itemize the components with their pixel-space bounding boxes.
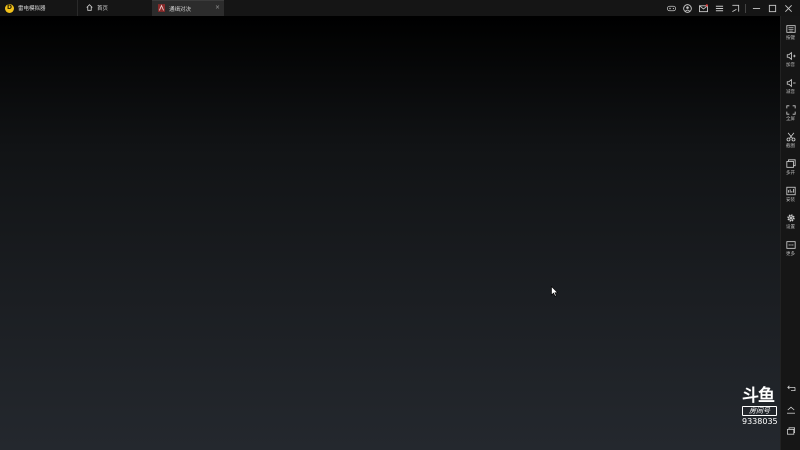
mouse-cursor-icon	[551, 286, 558, 297]
app-logo-area[interactable]: D 雷电模拟器	[0, 0, 77, 16]
more-icon	[785, 241, 796, 249]
watermark-brand: 斗鱼	[742, 386, 775, 406]
sidebar-item-multi-instance[interactable]: 多开	[781, 159, 800, 176]
window-controls	[663, 0, 796, 16]
sidebar-item-screenshot[interactable]: 截图	[781, 132, 800, 149]
sidebar-item-install[interactable]: 安装	[781, 186, 800, 203]
tab-home[interactable]: 首页	[77, 0, 152, 16]
home-icon	[86, 3, 93, 13]
sidebar-item-label: 安装	[786, 198, 795, 203]
minimize-icon[interactable]	[748, 0, 764, 16]
scissors-icon	[786, 132, 795, 142]
app-name: 雷电模拟器	[18, 6, 46, 12]
back-icon	[786, 385, 795, 391]
tab-home-label: 首页	[97, 6, 109, 12]
maximize-icon[interactable]	[764, 0, 780, 16]
game-icon	[158, 4, 165, 14]
mail-icon[interactable]	[695, 0, 711, 16]
sidebar-item-more[interactable]: 更多	[781, 240, 800, 257]
fullscreen-icon	[785, 105, 796, 115]
volume-up-icon	[786, 51, 796, 61]
multi-instance-icon	[785, 159, 796, 168]
right-toolbar: 按键 加音 减音 全屏 截图 多开 安装 设置 更多	[780, 16, 800, 450]
close-icon[interactable]	[780, 0, 796, 16]
sidebar-item-label: 更多	[786, 252, 795, 257]
sidebar-item-label: 设置	[786, 225, 795, 230]
gear-icon	[786, 214, 795, 222]
sidebar-item-label: 减音	[786, 90, 795, 95]
tab-close-icon[interactable]: ×	[215, 4, 220, 11]
sidebar-item-settings[interactable]: 设置	[781, 213, 800, 230]
controls-divider	[745, 3, 746, 13]
sidebar-item-keymap[interactable]: 按键	[781, 24, 800, 41]
back-pin-icon[interactable]	[727, 0, 743, 16]
tab-game-label: 通缉对决	[169, 7, 192, 13]
title-bar: D 雷电模拟器 首页 通缉对决 ×	[0, 0, 800, 17]
menu-icon[interactable]	[711, 0, 727, 16]
keyboard-icon	[785, 25, 796, 33]
sidebar-item-label: 多开	[786, 171, 795, 176]
gamepad-icon[interactable]	[663, 0, 679, 16]
emulator-screen[interactable]	[0, 16, 781, 450]
volume-down-icon	[786, 78, 796, 88]
watermark-room-number: 9338035	[742, 417, 778, 426]
watermark-room-label: 房间号	[742, 406, 777, 416]
sidebar-item-fullscreen[interactable]: 全屏	[781, 105, 800, 122]
recent-apps-icon	[786, 427, 795, 435]
sidebar-item-label: 加音	[786, 63, 795, 68]
sidebar-item-label: 全屏	[786, 117, 795, 122]
user-icon[interactable]	[679, 0, 695, 16]
sidebar-item-label: 按键	[786, 36, 795, 41]
app-logo-icon: D	[5, 3, 14, 13]
tab-game[interactable]: 通缉对决 ×	[152, 0, 224, 17]
home-icon	[786, 406, 795, 414]
sidebar-item-volume-down[interactable]: 减音	[781, 78, 800, 95]
stream-watermark: 斗鱼 房间号 9338035	[742, 388, 784, 438]
install-icon	[785, 186, 796, 196]
sidebar-item-volume-up[interactable]: 加音	[781, 51, 800, 68]
sidebar-item-label: 截图	[786, 144, 795, 149]
